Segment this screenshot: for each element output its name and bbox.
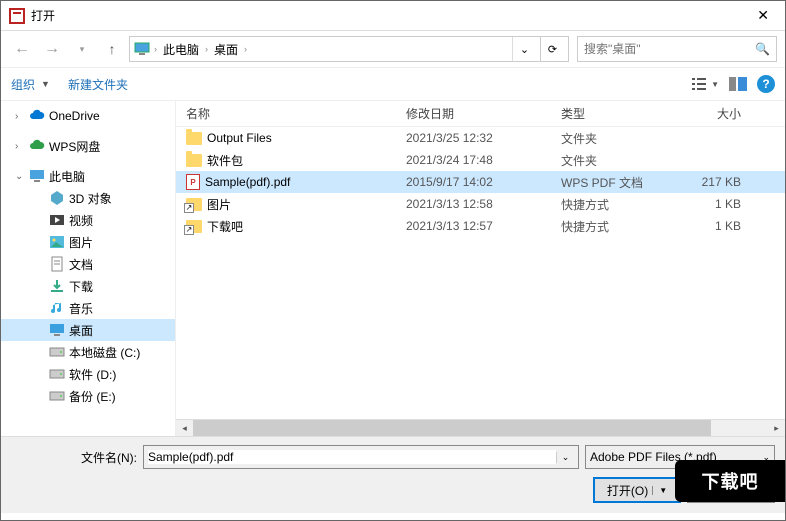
column-name[interactable]: 名称: [176, 105, 406, 122]
sidebar-tree[interactable]: ›OneDrive ›WPS网盘 ⌄此电脑3D 对象视频图片文档下载音乐桌面本地磁盘…: [1, 101, 176, 436]
address-dropdown[interactable]: ⌄: [512, 37, 536, 61]
scroll-right-icon[interactable]: ▸: [768, 420, 785, 437]
scrollbar-thumb[interactable]: [193, 420, 711, 437]
tree-item[interactable]: ›WPS网盘: [1, 135, 175, 157]
refresh-button[interactable]: ⟳: [540, 37, 564, 61]
column-headers[interactable]: 名称 修改日期 类型 大小: [176, 101, 785, 127]
tree-item[interactable]: 下载: [1, 275, 175, 297]
horizontal-scrollbar[interactable]: ◂ ▸: [176, 419, 785, 436]
toolbar: 组织 ▼ 新建文件夹 ▼ ?: [1, 67, 785, 101]
view-mode-button[interactable]: ▼: [692, 77, 719, 91]
file-row[interactable]: 软件包2021/3/24 17:48文件夹: [176, 149, 785, 171]
tree-item[interactable]: 备份 (E:): [1, 385, 175, 407]
close-icon[interactable]: ✕: [749, 7, 777, 24]
bottom-panel: 文件名(N): ⌄ Adobe PDF Files (*.pdf) ⌄ 打开(O…: [1, 436, 785, 513]
column-type[interactable]: 类型: [561, 105, 681, 122]
title-bar: 打开 ✕: [1, 1, 785, 31]
address-bar[interactable]: › 此电脑 › 桌面 › ⌄ ⟳: [129, 36, 569, 62]
file-row[interactable]: 图片2021/3/13 12:58快捷方式1 KB: [176, 193, 785, 215]
column-date[interactable]: 修改日期: [406, 105, 561, 122]
new-folder-button[interactable]: 新建文件夹: [68, 76, 128, 93]
tree-item[interactable]: 本地磁盘 (C:): [1, 341, 175, 363]
forward-button[interactable]: →: [39, 36, 65, 62]
file-row[interactable]: Sample(pdf).pdf2015/9/17 14:02WPS PDF 文档…: [176, 171, 785, 193]
tree-item[interactable]: 3D 对象: [1, 187, 175, 209]
tree-item[interactable]: 音乐: [1, 297, 175, 319]
back-button[interactable]: ←: [9, 36, 35, 62]
chevron-right-icon: ›: [152, 44, 159, 54]
up-button[interactable]: ↑: [99, 36, 125, 62]
filename-dropdown-icon[interactable]: ⌄: [556, 452, 574, 463]
window-title: 打开: [31, 7, 749, 24]
search-input[interactable]: [584, 42, 755, 56]
filename-label: 文件名(N):: [81, 449, 137, 466]
search-box[interactable]: 🔍: [577, 36, 777, 62]
tree-item[interactable]: 图片: [1, 231, 175, 253]
scroll-left-icon[interactable]: ◂: [176, 420, 193, 437]
watermark: 下载吧: [675, 460, 785, 502]
organize-button[interactable]: 组织: [11, 76, 35, 93]
search-icon[interactable]: 🔍: [755, 42, 770, 56]
help-icon[interactable]: ?: [757, 75, 775, 93]
nav-bar: ← → ▾ ↑ › 此电脑 › 桌面 › ⌄ ⟳ 🔍: [1, 31, 785, 67]
filename-input[interactable]: [148, 450, 556, 464]
app-icon: [9, 8, 25, 24]
breadcrumb-item[interactable]: 此电脑: [161, 41, 201, 58]
tree-item[interactable]: ⌄此电脑: [1, 165, 175, 187]
column-size[interactable]: 大小: [681, 105, 751, 122]
preview-pane-button[interactable]: [729, 77, 747, 91]
tree-item[interactable]: 桌面: [1, 319, 175, 341]
open-button[interactable]: 打开(O)▼: [593, 477, 681, 503]
chevron-right-icon: ›: [203, 44, 210, 54]
file-list: 名称 修改日期 类型 大小 Output Files2021/3/25 12:3…: [176, 101, 785, 436]
breadcrumb-item[interactable]: 桌面: [212, 41, 240, 58]
file-row[interactable]: 下载吧2021/3/13 12:57快捷方式1 KB: [176, 215, 785, 237]
pc-icon: [134, 41, 150, 57]
chevron-right-icon: ›: [242, 44, 249, 54]
filename-combobox[interactable]: ⌄: [143, 445, 579, 469]
tree-item[interactable]: 文档: [1, 253, 175, 275]
organize-dropdown-icon[interactable]: ▼: [41, 79, 50, 89]
file-row[interactable]: Output Files2021/3/25 12:32文件夹: [176, 127, 785, 149]
tree-item[interactable]: ›OneDrive: [1, 105, 175, 127]
tree-item[interactable]: 软件 (D:): [1, 363, 175, 385]
tree-item[interactable]: 视频: [1, 209, 175, 231]
history-dropdown[interactable]: ▾: [69, 36, 95, 62]
